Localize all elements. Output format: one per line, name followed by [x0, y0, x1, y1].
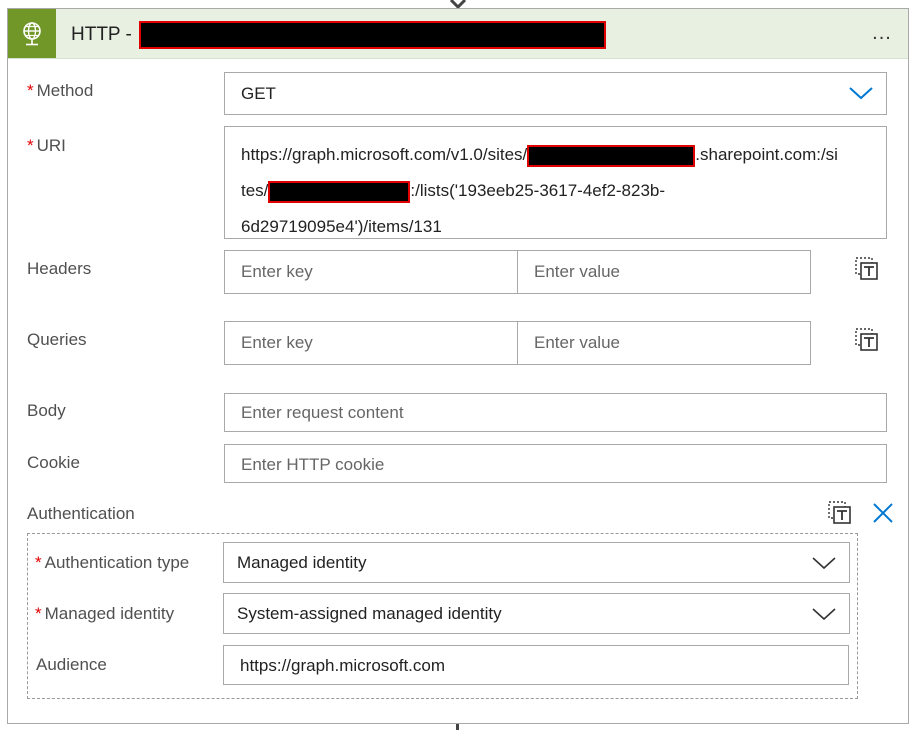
- uri-label: * URI: [27, 136, 66, 155]
- headers-key-input[interactable]: Enter key: [224, 250, 518, 294]
- redacted-action-name: [139, 21, 606, 49]
- http-globe-icon: [8, 9, 56, 58]
- body-input[interactable]: Enter request content: [224, 393, 887, 432]
- text-mode-icon[interactable]: [827, 499, 853, 525]
- text-mode-icon[interactable]: [854, 255, 880, 281]
- action-title[interactable]: HTTP -: [71, 24, 132, 46]
- method-value: GET: [241, 84, 276, 103]
- method-label: * Method: [27, 81, 94, 100]
- chevron-down-icon: [812, 557, 836, 570]
- text-mode-icon[interactable]: [854, 326, 880, 352]
- more-icon: ...: [872, 21, 892, 44]
- audience-label: Audience: [36, 655, 107, 674]
- body-label: Body: [27, 401, 66, 420]
- uri-value: https://graph.microsoft.com/v1.0/sites/.…: [241, 144, 838, 236]
- authentication-label: Authentication: [27, 504, 135, 523]
- http-action-card: HTTP - ... * Method GET * URI https://grap…: [7, 8, 909, 724]
- authentication-type-label: * Authentication type: [35, 553, 190, 572]
- queries-label: Queries: [27, 330, 87, 349]
- managed-identity-label: * Managed identity: [35, 604, 175, 623]
- queries-value-input[interactable]: Enter value: [517, 321, 811, 365]
- close-icon[interactable]: [870, 500, 896, 526]
- uri-input[interactable]: https://graph.microsoft.com/v1.0/sites/.…: [224, 126, 887, 239]
- required-marker: *: [27, 136, 34, 155]
- required-marker: *: [35, 604, 42, 623]
- more-options-button[interactable]: ...: [868, 19, 896, 47]
- queries-key-input[interactable]: Enter key: [224, 321, 518, 365]
- authentication-section: * Authentication type Managed identity * M…: [27, 533, 858, 699]
- redacted-site: [527, 144, 696, 167]
- audience-input[interactable]: https://graph.microsoft.com: [223, 645, 849, 685]
- headers-label: Headers: [27, 259, 92, 278]
- chevron-down-icon: [812, 608, 836, 621]
- headers-value-input[interactable]: Enter value: [517, 250, 811, 294]
- cookie-label: Cookie: [27, 453, 80, 472]
- authentication-type-dropdown[interactable]: Managed identity: [223, 542, 850, 583]
- managed-identity-dropdown[interactable]: System-assigned managed identity: [223, 593, 850, 634]
- chevron-down-icon: [849, 87, 873, 100]
- cookie-input[interactable]: Enter HTTP cookie: [224, 444, 887, 483]
- method-dropdown[interactable]: GET: [224, 72, 887, 115]
- redacted-site-path: [268, 180, 411, 203]
- connector-line-bottom: [456, 724, 459, 730]
- required-marker: *: [27, 81, 34, 100]
- required-marker: *: [35, 553, 42, 572]
- action-header[interactable]: HTTP - ...: [8, 9, 908, 59]
